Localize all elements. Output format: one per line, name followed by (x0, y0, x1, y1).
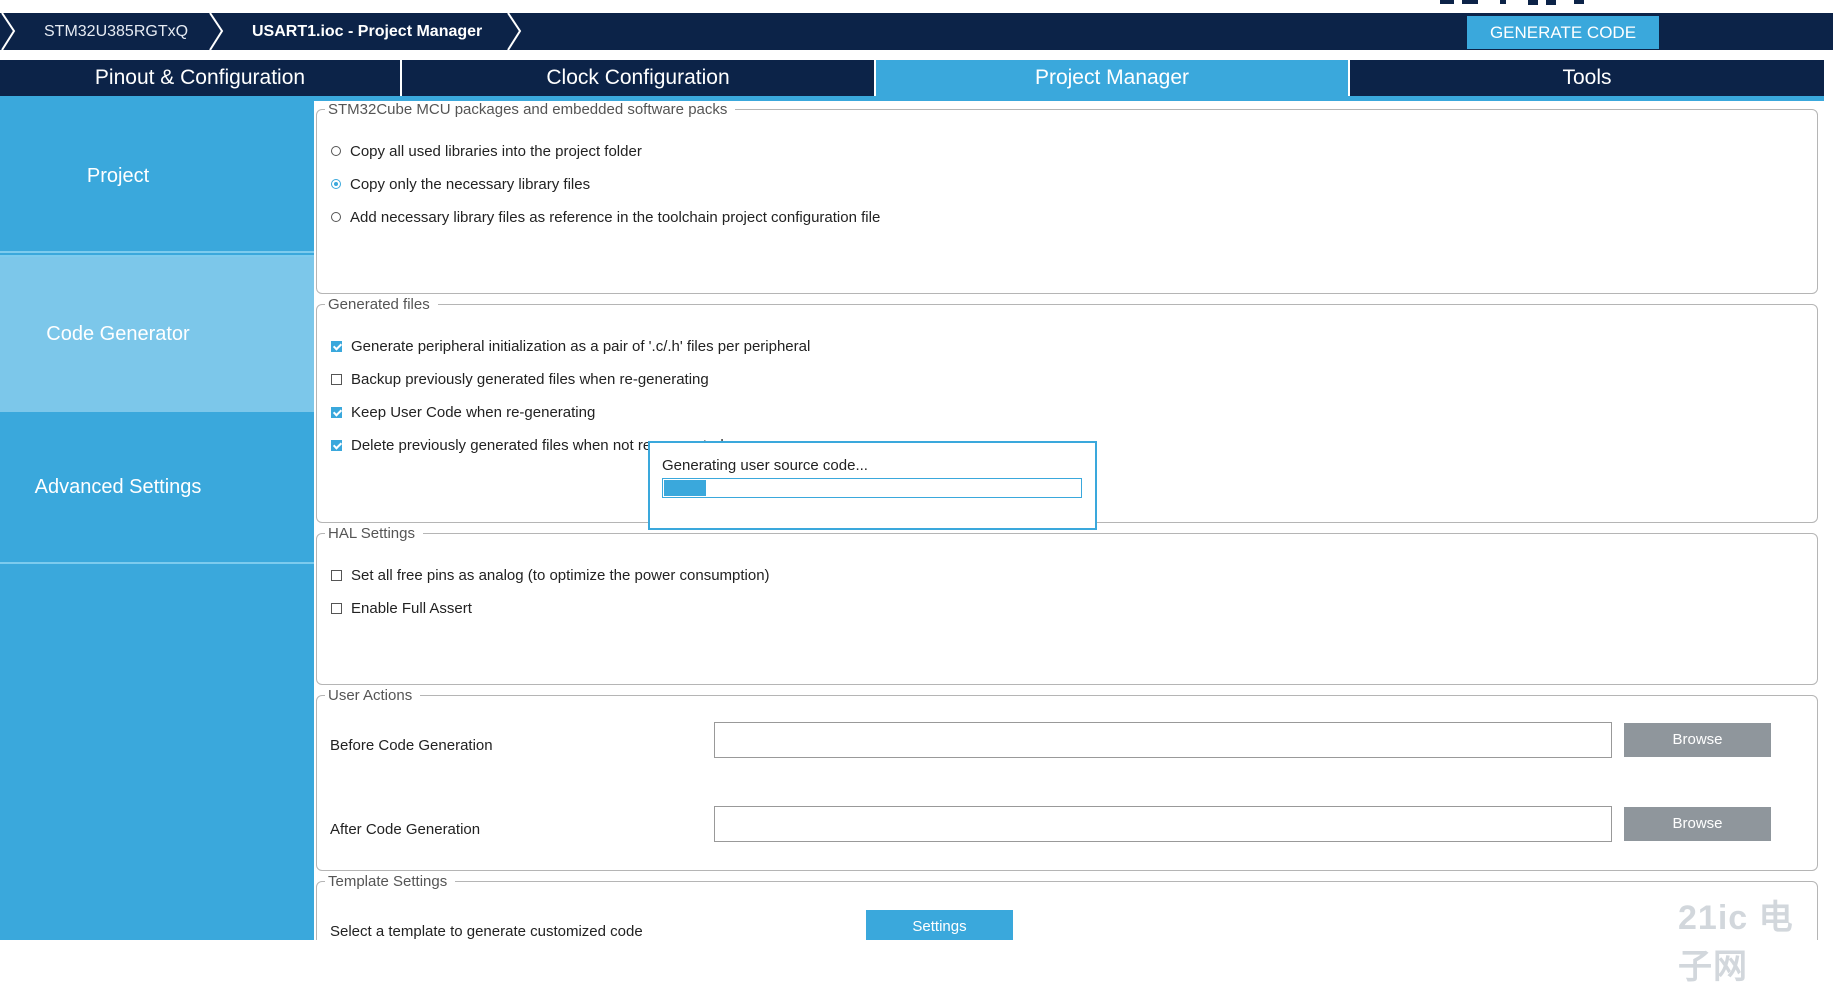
checkbox-enable-full-assert[interactable]: Enable Full Assert (331, 598, 472, 618)
radio-button[interactable] (331, 212, 341, 222)
radio-add-as-reference[interactable]: Add necessary library files as reference… (331, 207, 880, 227)
sidebar: Project Code Generator Advanced Settings (0, 101, 314, 940)
chevron-right-icon (507, 13, 522, 50)
progress-bar-fill (664, 480, 706, 496)
browse-after-button[interactable]: Browse (1624, 807, 1771, 841)
radio-button[interactable] (331, 179, 341, 189)
top-strip (0, 0, 1833, 13)
checkbox-keep-user-code[interactable]: Keep User Code when re-generating (331, 402, 595, 422)
checkbox-generate-c-h-pairs[interactable]: Generate peripheral initialization as a … (331, 336, 810, 356)
checkbox-label: Set all free pins as analog (to optimize… (351, 566, 770, 584)
after-code-generation-label: After Code Generation (330, 821, 481, 838)
site-watermark: 21ic 电子网 (1678, 899, 1794, 986)
checkbox-backup-files[interactable]: Backup previously generated files when r… (331, 369, 709, 389)
checkbox-label: Keep User Code when re-generating (351, 403, 596, 421)
sidebar-item-advanced-settings[interactable]: Advanced Settings (0, 412, 314, 562)
radio-copy-all-libraries[interactable]: Copy all used libraries into the project… (331, 141, 642, 161)
sidebar-divider (0, 562, 314, 564)
checkbox[interactable] (331, 439, 342, 451)
user-actions-group: User Actions Before Code Generation Brow… (316, 687, 1818, 871)
radio-button[interactable] (331, 146, 341, 156)
breadcrumb-file[interactable]: USART1.ioc - Project Manager (252, 13, 482, 50)
checkbox-label: Generate peripheral initialization as a … (351, 337, 811, 355)
generate-code-button[interactable]: GENERATE CODE (1467, 16, 1659, 49)
packages-group: STM32Cube MCU packages and embedded soft… (316, 101, 1818, 294)
checkbox[interactable] (331, 340, 342, 352)
checkbox-label: Enable Full Assert (351, 599, 472, 617)
checkbox[interactable] (331, 406, 342, 418)
browse-before-button[interactable]: Browse (1624, 723, 1771, 757)
breadcrumb-device[interactable]: STM32U385RGTxQ (44, 13, 188, 50)
tab-project-manager[interactable]: Project Manager (876, 60, 1348, 96)
template-settings-legend: Template Settings (328, 873, 448, 890)
before-code-generation-label: Before Code Generation (330, 737, 493, 754)
template-settings-group: Template Settings Select a template to g… (316, 873, 1818, 940)
checkbox[interactable] (331, 602, 342, 614)
chevron-right-icon (209, 13, 224, 50)
sidebar-item-project[interactable]: Project (0, 101, 314, 251)
after-code-generation-input[interactable] (714, 806, 1612, 842)
progress-bar (662, 478, 1082, 498)
tab-tools[interactable]: Tools (1350, 60, 1824, 96)
checkbox-label: Backup previously generated files when r… (351, 370, 709, 388)
before-code-generation-input[interactable] (714, 722, 1612, 758)
radio-label: Add necessary library files as reference… (350, 208, 881, 226)
progress-message: Generating user source code... (662, 457, 868, 474)
radio-label: Copy only the necessary library files (350, 175, 591, 193)
hal-settings-legend: HAL Settings (328, 525, 415, 542)
chevron-right-icon (1, 13, 16, 50)
radio-label: Copy all used libraries into the project… (350, 142, 642, 160)
template-select-label: Select a template to generate customized… (330, 923, 643, 940)
template-settings-button[interactable]: Settings (866, 910, 1013, 940)
packages-group-legend: STM32Cube MCU packages and embedded soft… (328, 101, 728, 118)
radio-copy-necessary-files[interactable]: Copy only the necessary library files (331, 174, 590, 194)
window-right-edge (1824, 50, 1833, 940)
st-logo-fragment-icon (1440, 0, 1584, 5)
progress-dialog: Generating user source code... (648, 441, 1097, 530)
tab-clock-configuration[interactable]: Clock Configuration (402, 60, 874, 96)
checkbox-free-pins-analog[interactable]: Set all free pins as analog (to optimize… (331, 565, 770, 585)
tab-pinout-configuration[interactable]: Pinout & Configuration (0, 60, 400, 96)
checkbox[interactable] (331, 373, 342, 385)
hal-settings-group: HAL Settings Set all free pins as analog… (316, 525, 1818, 685)
sidebar-divider (0, 251, 314, 253)
checkbox[interactable] (331, 569, 342, 581)
user-actions-legend: User Actions (328, 687, 413, 704)
sidebar-item-code-generator[interactable]: Code Generator (0, 257, 314, 412)
generated-files-legend: Generated files (328, 296, 430, 313)
